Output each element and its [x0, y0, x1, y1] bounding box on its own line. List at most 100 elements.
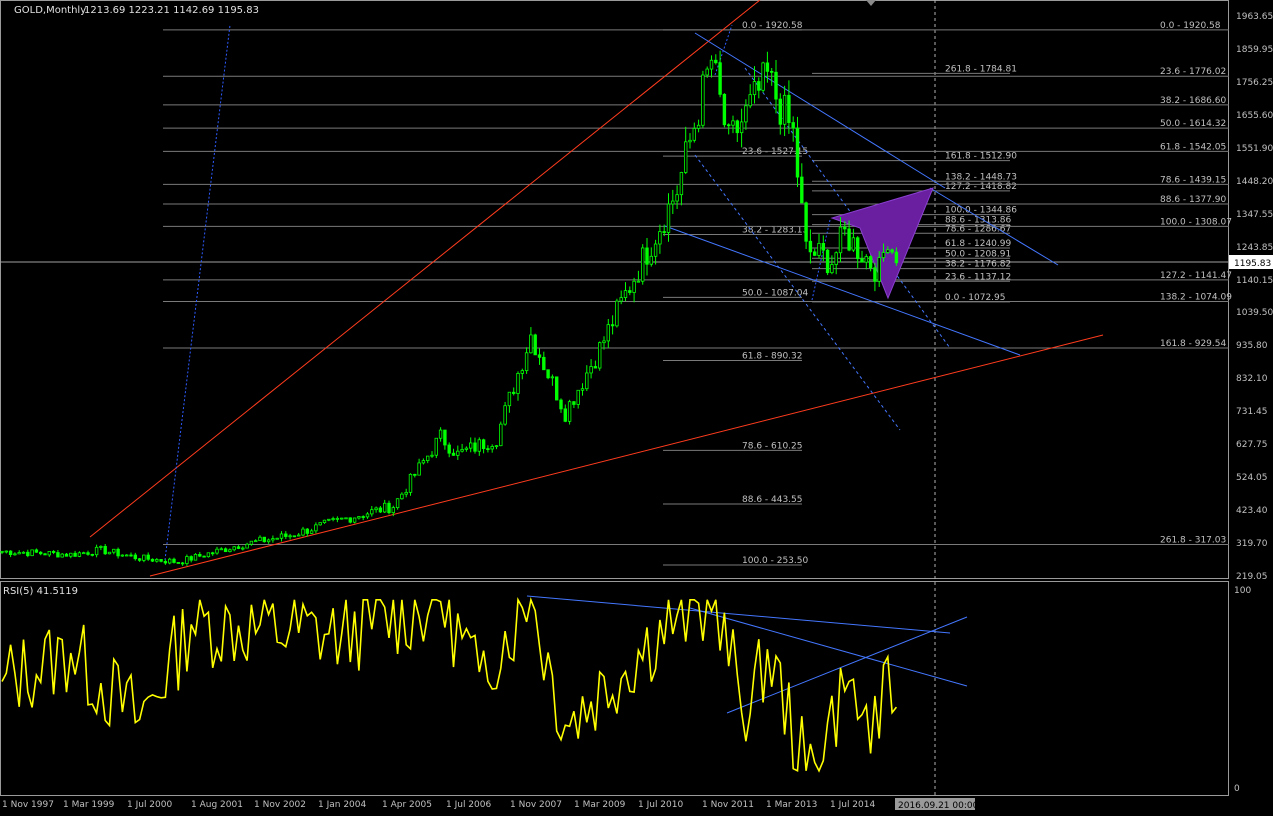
candle-body [757, 81, 761, 91]
candle-body [0, 550, 4, 553]
candle-body [881, 252, 886, 259]
time-tick: 1 Jul 2006 [446, 800, 491, 810]
candle-body [103, 545, 107, 555]
chart-background [0, 0, 1273, 816]
candle-body [752, 81, 757, 96]
candle-body [533, 334, 537, 356]
candle-body [378, 507, 383, 513]
candle-body [451, 452, 456, 456]
candle-body [477, 439, 481, 452]
candle-body [494, 445, 499, 448]
candle-body [443, 429, 447, 446]
time-tick: 1 Jul 2014 [830, 800, 875, 810]
rsi-header-label: RSI(5) 41.5119 [3, 586, 78, 597]
candle-body [864, 256, 868, 263]
time-tick: 1 Jul 2000 [127, 800, 172, 810]
candle-body [51, 551, 56, 553]
candle-body [331, 518, 335, 520]
candle-body [778, 98, 782, 125]
price-tick: 219.05 [1236, 572, 1268, 582]
chart-ohlc-readout: 1213.69 1223.21 1142.69 1195.83 [84, 5, 259, 16]
candle-body [589, 366, 593, 374]
fib-level-label: 138.2 - 1074.09 [1160, 293, 1232, 303]
candle-body [542, 356, 546, 371]
candle-body [142, 554, 146, 561]
candle-body [125, 554, 129, 557]
candle-body [662, 231, 666, 233]
candle-body [167, 558, 172, 564]
candle-body [60, 553, 64, 558]
candle-body [580, 388, 585, 391]
candle-body [86, 552, 90, 555]
candle-body [421, 460, 426, 464]
candle-body [408, 473, 413, 493]
candle-body [219, 548, 223, 551]
candle-body [761, 62, 765, 91]
fib-level-label: 100.0 - 1344.86 [945, 206, 1017, 216]
candle-body [172, 558, 176, 563]
candle-body [705, 68, 709, 76]
price-tick: 319.70 [1236, 539, 1268, 549]
candle-body [13, 553, 17, 556]
candle-body [507, 391, 512, 407]
candle-body [150, 558, 155, 562]
candle-body [193, 553, 198, 561]
candle-body [425, 455, 430, 462]
candle-body [851, 237, 856, 251]
candle-body [198, 553, 202, 557]
fib-level-label: 100.0 - 253.50 [742, 556, 808, 566]
candle-body [159, 559, 163, 562]
candle-body [847, 228, 851, 251]
candle-body [413, 473, 417, 476]
candle-body [223, 548, 228, 553]
candle-body [727, 124, 731, 127]
candle-body [791, 122, 795, 129]
candle-body [189, 556, 193, 561]
candle-body [481, 439, 486, 450]
candle-body [206, 552, 211, 558]
candle-body [628, 290, 632, 293]
candle-body [714, 59, 718, 64]
candle-body [692, 128, 696, 141]
candle-body [314, 524, 318, 532]
candle-body [696, 124, 701, 129]
candle-body [770, 70, 774, 73]
price-tick: 935.80 [1236, 341, 1268, 351]
candle-body [107, 551, 112, 555]
candle-body [675, 194, 679, 202]
fib-level-label: 88.6 - 443.55 [742, 495, 803, 505]
candle-body [133, 554, 137, 560]
candle-body [348, 517, 352, 523]
candle-body [774, 71, 778, 100]
candle-body [499, 423, 503, 447]
time-tick: 1 Mar 2009 [574, 800, 626, 810]
fib-level-label: 161.8 - 929.54 [1160, 339, 1226, 349]
candle-body [391, 507, 395, 514]
candle-body [546, 369, 550, 379]
candle-body [387, 502, 391, 514]
candle-body [73, 552, 77, 557]
fib-level-label: 61.8 - 1542.05 [1160, 142, 1226, 152]
candle-body [748, 94, 752, 107]
fib-level-label: 38.2 - 1283.13 [742, 225, 808, 235]
candle-body [688, 139, 692, 143]
candle-body [795, 127, 800, 178]
fib-level-label: 61.8 - 890.32 [742, 352, 803, 362]
candle-body [490, 446, 494, 450]
candle-body [120, 554, 125, 557]
candle-body [344, 517, 348, 520]
price-tick: 1448.20 [1236, 177, 1273, 187]
candle-body [576, 389, 580, 405]
gold-monthly-chart[interactable]: GOLD,Monthly 1213.69 1223.21 1142.69 119… [0, 0, 1273, 816]
candle-body [856, 237, 860, 260]
candle-body [744, 105, 748, 123]
candle-body [679, 172, 684, 196]
candle-body [279, 533, 284, 539]
candle-body [537, 354, 542, 358]
candle-body [116, 548, 120, 557]
candle-body [417, 462, 421, 476]
fib-level-label: 50.0 - 1208.91 [945, 249, 1011, 259]
candle-body [262, 536, 266, 543]
candle-body [739, 121, 744, 134]
candle-body [804, 202, 808, 242]
